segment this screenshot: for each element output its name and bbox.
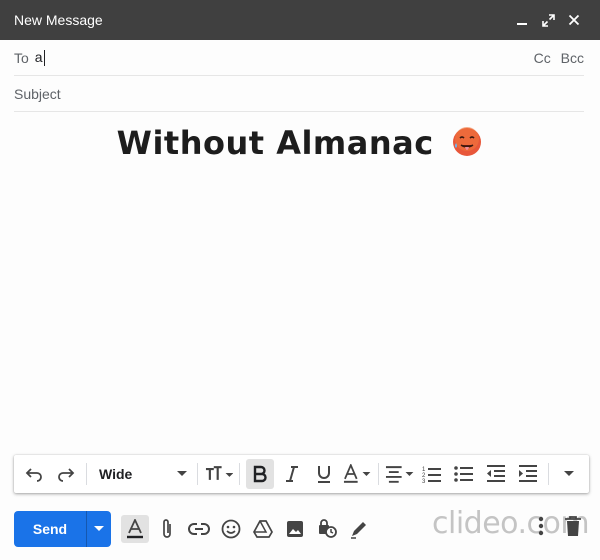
- hot-face-emoji: [451, 126, 483, 166]
- cc-bcc-links: Cc Bcc: [528, 50, 584, 66]
- expand-icon[interactable]: [536, 8, 560, 32]
- compose-titlebar[interactable]: New Message: [0, 0, 600, 40]
- to-input[interactable]: a: [34, 48, 45, 67]
- font-select-value: Wide: [98, 466, 133, 482]
- compose-window: New Message To a Cc Bcc Subject Without …: [0, 0, 600, 560]
- to-label: To: [14, 49, 29, 66]
- trash-icon[interactable]: [564, 515, 582, 542]
- toolbar-separator: [239, 463, 241, 485]
- schedule-send-icon[interactable]: [86, 511, 111, 547]
- bold-icon[interactable]: [246, 459, 275, 489]
- cc-link[interactable]: Cc: [534, 50, 551, 66]
- font-select[interactable]: Wide: [93, 459, 191, 489]
- confidential-icon[interactable]: [313, 515, 341, 543]
- underline-icon[interactable]: [310, 459, 338, 489]
- bulleted-list-icon[interactable]: [450, 459, 478, 489]
- text-size-icon[interactable]: [204, 459, 234, 489]
- caret-down-icon: [177, 471, 188, 476]
- emoji-icon[interactable]: [217, 515, 245, 543]
- photo-icon[interactable]: [281, 515, 309, 543]
- text-caret: [43, 50, 45, 67]
- subject-input[interactable]: Subject: [14, 86, 61, 102]
- toolbar-separator: [197, 463, 199, 485]
- indent-more-icon[interactable]: [514, 459, 542, 489]
- compose-title: New Message: [14, 12, 103, 28]
- signature-icon[interactable]: [345, 515, 373, 543]
- italic-icon[interactable]: [278, 459, 306, 489]
- close-icon[interactable]: [562, 8, 586, 32]
- message-body[interactable]: Without Almanac: [0, 124, 600, 166]
- svg-text:3: 3: [422, 479, 426, 483]
- send-button-group: Send: [14, 511, 111, 547]
- align-icon[interactable]: [385, 459, 414, 489]
- numbered-list-icon[interactable]: 123: [418, 459, 446, 489]
- to-input-value: a: [34, 48, 43, 65]
- more-options-icon[interactable]: [538, 515, 544, 542]
- minimize-icon[interactable]: [510, 8, 534, 32]
- subject-field[interactable]: Subject: [14, 76, 584, 112]
- indent-less-icon[interactable]: [482, 459, 510, 489]
- send-button[interactable]: Send: [14, 511, 86, 547]
- formatting-toolbar: Wide 123: [14, 455, 589, 493]
- formatting-options-icon[interactable]: [121, 515, 149, 543]
- redo-icon[interactable]: [52, 459, 80, 489]
- link-icon[interactable]: [185, 515, 213, 543]
- toolbar-separator: [86, 463, 87, 485]
- attach-icon[interactable]: [153, 515, 181, 543]
- bcc-link[interactable]: Bcc: [561, 50, 584, 66]
- toolbar-separator: [377, 463, 379, 485]
- body-heading-text: Without Almanac: [116, 124, 434, 162]
- undo-icon[interactable]: [20, 459, 48, 489]
- drive-icon[interactable]: [249, 515, 277, 543]
- text-color-icon[interactable]: [342, 459, 371, 489]
- toolbar-separator: [548, 463, 549, 485]
- more-formatting-icon[interactable]: [555, 459, 583, 489]
- to-field[interactable]: To a Cc Bcc: [14, 40, 584, 76]
